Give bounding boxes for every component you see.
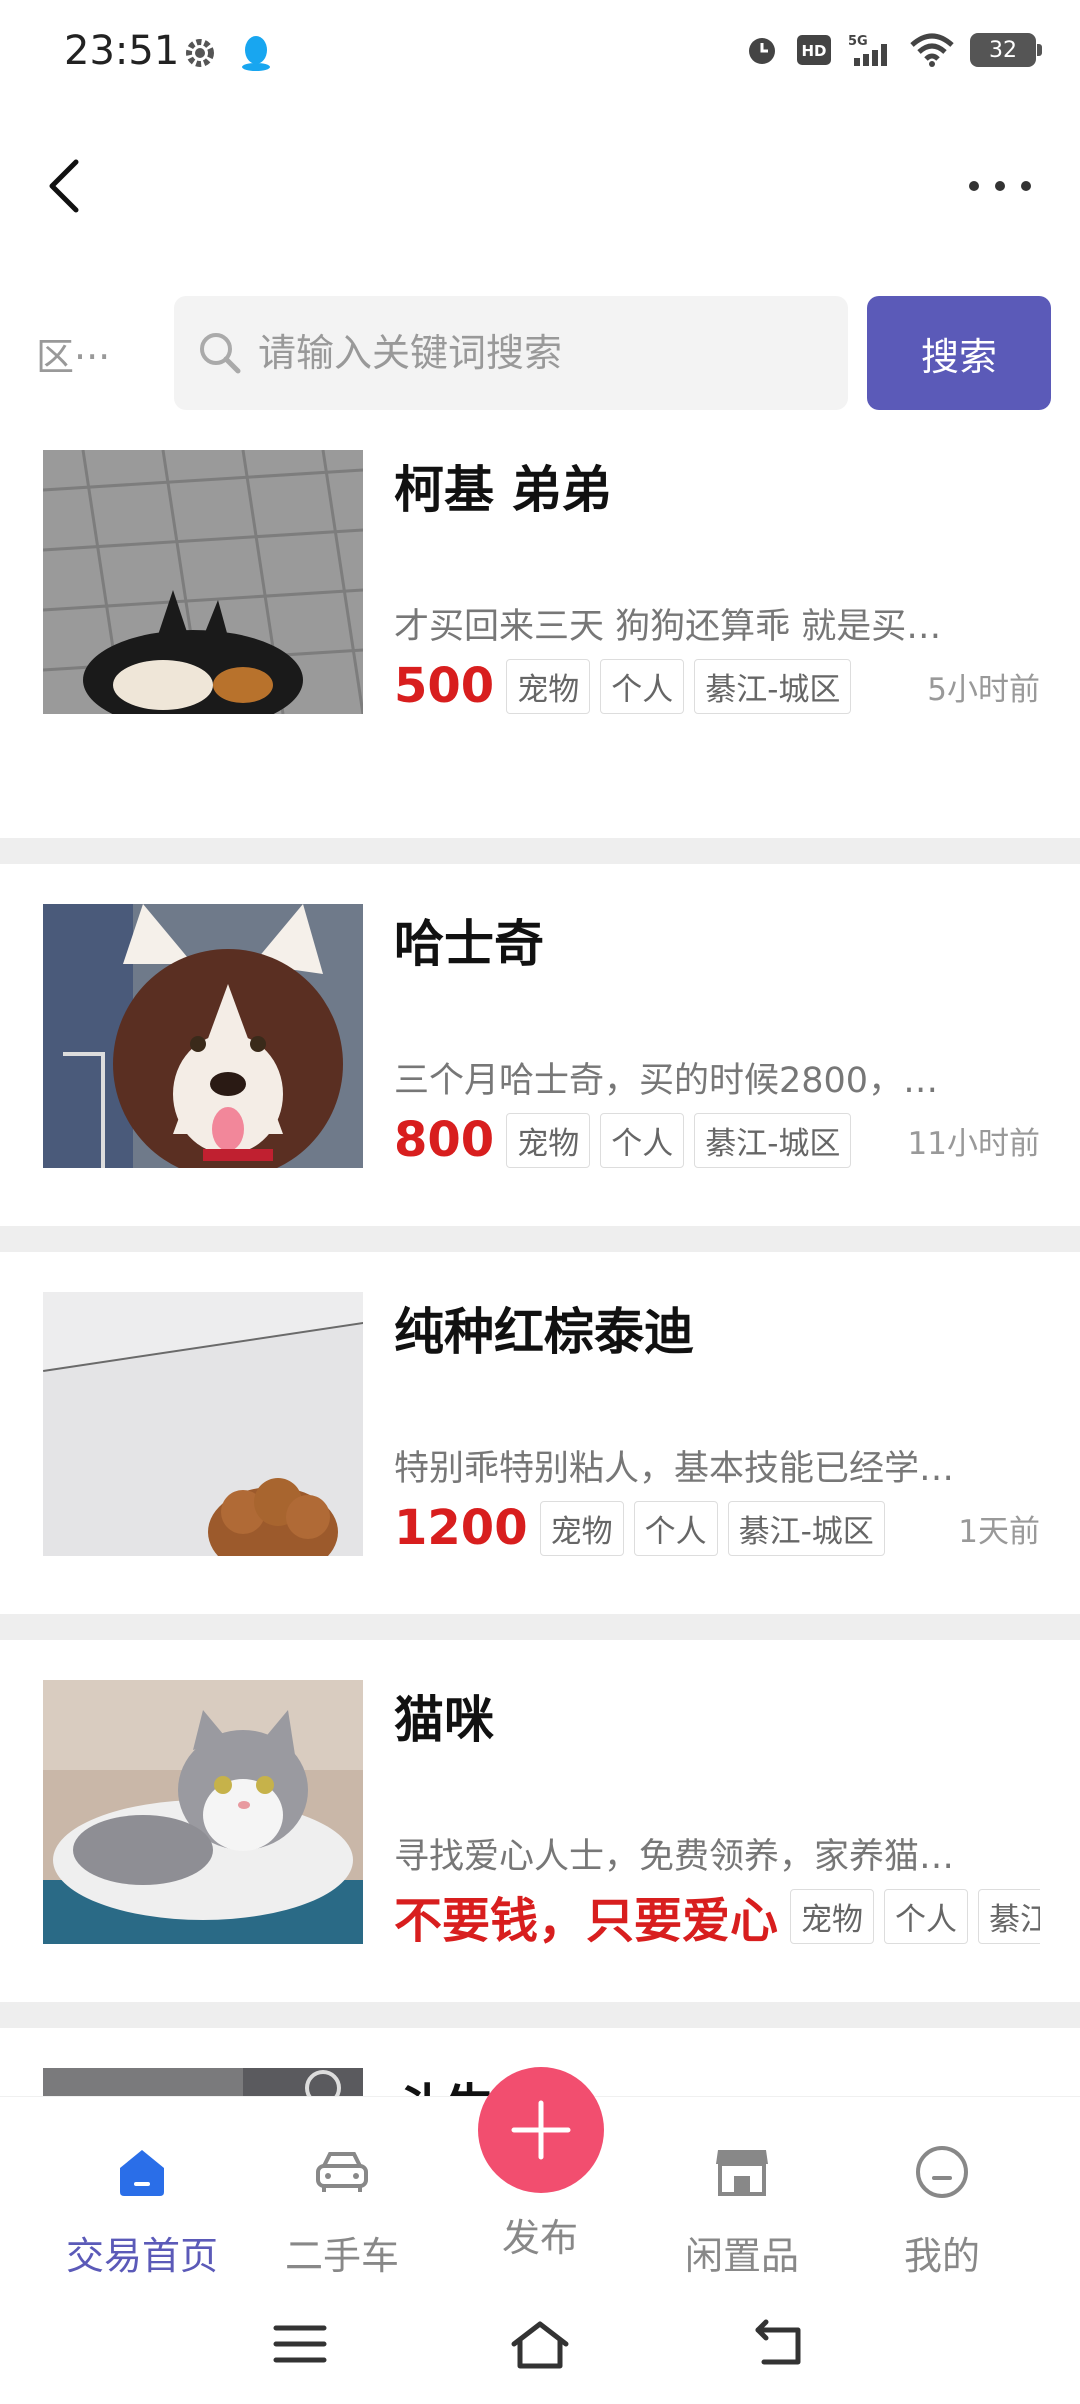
back-nav-icon[interactable] (748, 2316, 812, 2372)
divider (0, 2002, 1080, 2028)
search-row: 区··· 搜索 (0, 296, 1080, 410)
search-box[interactable] (174, 296, 848, 410)
tag-seller-type: 个人 (633, 1500, 718, 1556)
item-time: 5小时前 (927, 671, 1040, 708)
item-description: 三个月哈士奇，买的时候2800，… (394, 1061, 939, 1101)
svg-text:5G: 5G (848, 34, 868, 49)
settings-icon (186, 39, 214, 67)
home-icon (120, 2150, 164, 2196)
item-price: 不要钱，只要爱心 (394, 1893, 779, 1944)
menu-icon[interactable] (268, 2316, 332, 2372)
search-icon (200, 333, 241, 374)
tab-used-car[interactable]: 二手车 (242, 2137, 442, 2280)
item-photo (43, 904, 363, 1168)
system-nav-bar (0, 2286, 1080, 2404)
wifi-icon (910, 33, 954, 67)
item-meta: 500 宠物 个人 綦江-城区 5小时前 (394, 658, 1040, 714)
store-icon (716, 2150, 768, 2196)
list-item[interactable]: 柯基 弟弟 才买回来三天 狗狗还算乖 就是买… 500 宠物 个人 綦江-城区 … (0, 450, 1080, 838)
item-meta: 不要钱，只要爱心 宠物 个人 綦江-城区 (394, 1888, 1040, 1944)
item-photo (43, 1292, 363, 1556)
item-photo (43, 1680, 363, 1944)
back-button[interactable] (40, 154, 100, 218)
svg-text:HD: HD (801, 42, 826, 60)
listing-list: 柯基 弟弟 才买回来三天 狗狗还算乖 就是买… 500 宠物 个人 綦江-城区 … (0, 450, 1080, 2228)
list-item[interactable]: 哈士奇 三个月哈士奇，买的时候2800，… 800 宠物 个人 綦江-城区 11… (0, 864, 1080, 1226)
publish-button[interactable] (478, 2067, 604, 2193)
battery-icon: 32 (970, 33, 1042, 67)
item-price: 1200 (394, 1500, 528, 1556)
tag-seller-type: 个人 (884, 1888, 969, 1944)
plus-icon (511, 2100, 571, 2160)
divider (0, 838, 1080, 864)
car-icon (316, 2152, 368, 2192)
item-description: 才买回来三天 狗狗还算乖 就是买… (394, 607, 942, 647)
tag-location: 綦江-城区 (694, 658, 852, 714)
divider (0, 1226, 1080, 1252)
item-title: 猫咪 (394, 1691, 494, 1749)
item-meta: 800 宠物 个人 綦江-城区 11小时前 (394, 1112, 1040, 1168)
tab-profile[interactable]: 我的 (842, 2137, 1042, 2280)
home-nav-icon[interactable] (508, 2316, 572, 2372)
item-description: 寻找爱心人士，免费领养，家养猫… (394, 1837, 955, 1877)
item-title: 柯基 弟弟 (394, 461, 612, 519)
divider (0, 1614, 1080, 1640)
item-price: 500 (394, 658, 495, 714)
list-item[interactable]: 纯种红棕泰迪 特别乖特别粘人，基本技能已经学… 1200 宠物 个人 綦江-城区… (0, 1252, 1080, 1614)
tag-category: 宠物 (506, 658, 591, 714)
tag-seller-type: 个人 (600, 658, 685, 714)
tab-home[interactable]: 交易首页 (42, 2137, 242, 2280)
hd-icon: HD (797, 35, 831, 65)
item-description: 特别乖特别粘人，基本技能已经学… (394, 1449, 955, 1489)
tag-category: 宠物 (790, 1888, 875, 1944)
more-options-icon[interactable] (960, 170, 1040, 202)
tag-location: 綦江-城区 (978, 1888, 1040, 1944)
signal-5g-icon: 5G (848, 34, 887, 66)
alarm-icon (749, 38, 775, 64)
tag-location: 綦江-城区 (727, 1500, 885, 1556)
top-nav (0, 130, 1080, 240)
search-input[interactable] (258, 331, 818, 375)
list-item[interactable]: 猫咪 寻找爱心人士，免费领养，家养猫… 不要钱，只要爱心 宠物 个人 綦江-城区 (0, 1640, 1080, 2002)
item-title: 纯种红棕泰迪 (394, 1303, 694, 1361)
tag-seller-type: 个人 (600, 1112, 685, 1168)
status-bar: 23:51 HD 5G 32 (0, 0, 1080, 110)
item-photo (43, 450, 363, 714)
search-button[interactable]: 搜索 (867, 296, 1051, 410)
tag-location: 綦江-城区 (694, 1112, 852, 1168)
profile-icon (916, 2146, 968, 2198)
item-title: 哈士奇 (394, 915, 544, 973)
tag-category: 宠物 (506, 1112, 591, 1168)
item-time: 1天前 (958, 1513, 1040, 1550)
item-meta: 1200 宠物 个人 綦江-城区 1天前 (394, 1500, 1040, 1556)
status-time: 23:51 (64, 28, 180, 74)
item-price: 800 (394, 1112, 495, 1168)
tab-publish-label[interactable]: 发布 (440, 2207, 640, 2262)
bottom-tab-bar: 交易首页 二手车 发布 闲置品 我的 (0, 2067, 1080, 2286)
tab-idle-items[interactable]: 闲置品 (642, 2137, 842, 2280)
qq-icon (242, 36, 270, 71)
tag-category: 宠物 (539, 1500, 624, 1556)
item-time: 11小时前 (907, 1125, 1040, 1162)
region-selector[interactable]: 区··· (36, 326, 110, 381)
